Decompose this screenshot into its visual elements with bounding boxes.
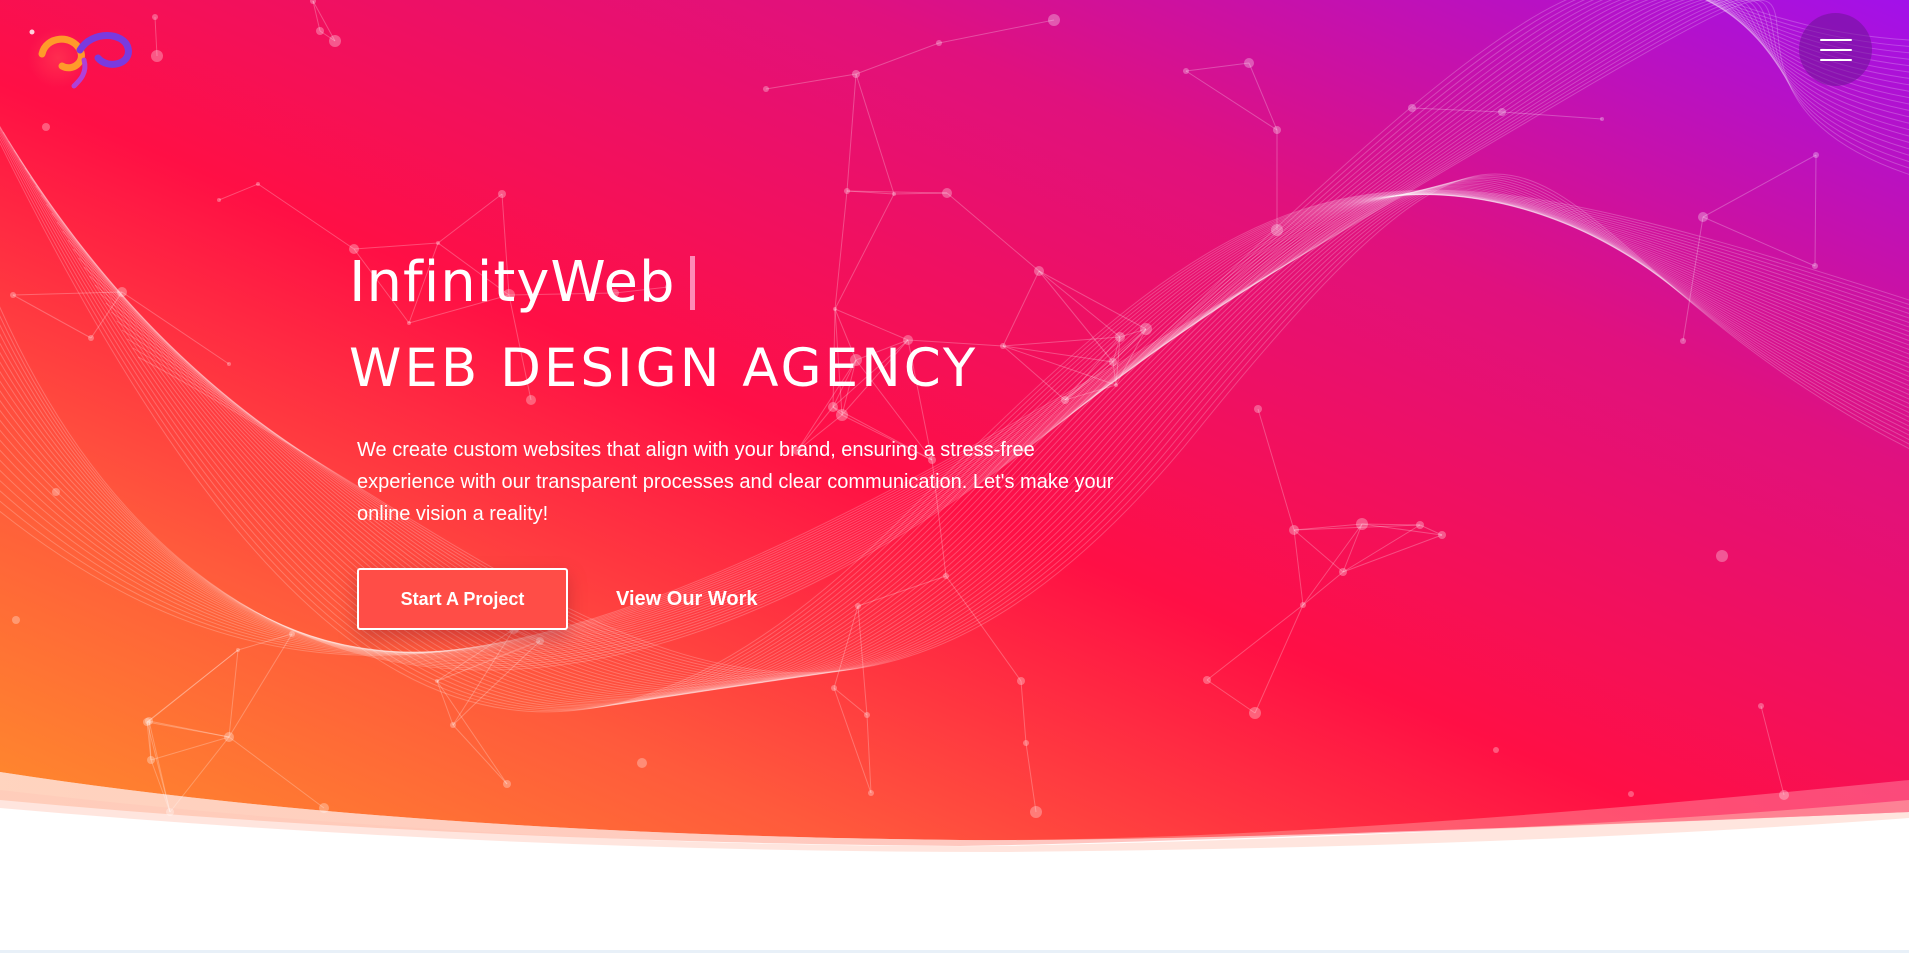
network-node: [1273, 126, 1281, 134]
network-node: [450, 722, 456, 728]
network-node: [1183, 68, 1189, 74]
network-node: [88, 335, 94, 341]
network-node: [1408, 104, 1416, 112]
network-node: [217, 198, 221, 202]
network-node: [1249, 707, 1261, 719]
menu-bar: [1819, 38, 1852, 41]
network-node: [1017, 677, 1025, 685]
network-node: [1023, 740, 1029, 746]
view-work-link[interactable]: View Our Work: [616, 588, 758, 611]
network-node: [12, 616, 20, 624]
network-node: [143, 718, 151, 726]
network-node: [852, 70, 860, 78]
network-node: [1339, 568, 1347, 576]
network-node: [637, 758, 647, 768]
network-node: [42, 123, 50, 131]
page: InfinityWeb WEB DESIGN AGENCY We create …: [0, 0, 1909, 953]
infinity-logo-icon[interactable]: [28, 20, 152, 90]
menu-bar: [1819, 58, 1852, 61]
network-node: [166, 808, 174, 816]
network-node: [844, 188, 850, 194]
network-node: [1300, 602, 1306, 608]
network-node: [1030, 806, 1042, 818]
network-node: [1813, 152, 1819, 158]
network-node: [1680, 338, 1686, 344]
network-node: [1493, 747, 1499, 753]
menu-bar: [1819, 48, 1852, 51]
hero-tagline: WEB DESIGN AGENCY: [349, 338, 979, 399]
network-node: [1271, 224, 1283, 236]
network-node: [1498, 108, 1506, 116]
brand-name: InfinityWeb: [349, 250, 676, 315]
network-node: [1416, 521, 1424, 529]
network-node: [117, 287, 127, 297]
network-node: [1698, 212, 1708, 222]
network-node: [52, 488, 60, 496]
network-node: [329, 35, 341, 47]
network-node: [1254, 405, 1262, 413]
network-node: [536, 637, 544, 645]
network-node: [503, 780, 511, 788]
network-node: [936, 40, 942, 46]
network-node: [1779, 790, 1789, 800]
network-node: [864, 712, 870, 718]
network-node: [151, 50, 163, 62]
network-node: [1244, 58, 1254, 68]
network-node: [1356, 518, 1368, 530]
hero-description: We create custom websites that align wit…: [357, 439, 1114, 525]
brand-line: InfinityWeb: [349, 240, 1149, 326]
network-node: [1438, 531, 1446, 539]
network-node: [831, 685, 837, 691]
typing-cursor: [689, 256, 695, 310]
network-node: [1048, 14, 1060, 26]
network-node: [1600, 117, 1604, 121]
network-node: [10, 292, 16, 298]
network-node: [868, 790, 874, 796]
network-node: [763, 86, 769, 92]
network-node: [289, 631, 295, 637]
network-node: [224, 732, 234, 742]
cta-row: Start A Project View Our Work: [357, 568, 1149, 630]
network-node: [1628, 791, 1634, 797]
network-node: [498, 190, 506, 198]
network-node: [147, 756, 155, 764]
network-node: [1716, 550, 1728, 562]
network-node: [942, 188, 952, 198]
network-node: [1289, 525, 1299, 535]
network-node: [892, 192, 896, 196]
hero-section: InfinityWeb WEB DESIGN AGENCY We create …: [0, 0, 1909, 953]
start-project-button[interactable]: Start A Project: [357, 568, 568, 630]
network-node: [256, 182, 260, 186]
hamburger-menu-icon[interactable]: [1799, 13, 1872, 86]
network-node: [319, 803, 329, 813]
network-node: [1203, 676, 1211, 684]
network-node: [227, 362, 231, 366]
network-node: [435, 679, 439, 683]
network-node: [152, 14, 158, 20]
network-node: [316, 27, 324, 35]
network-node: [1758, 703, 1764, 709]
hero-content: InfinityWeb WEB DESIGN AGENCY We create …: [349, 240, 1149, 630]
network-node: [236, 648, 240, 652]
network-node: [1812, 263, 1818, 269]
